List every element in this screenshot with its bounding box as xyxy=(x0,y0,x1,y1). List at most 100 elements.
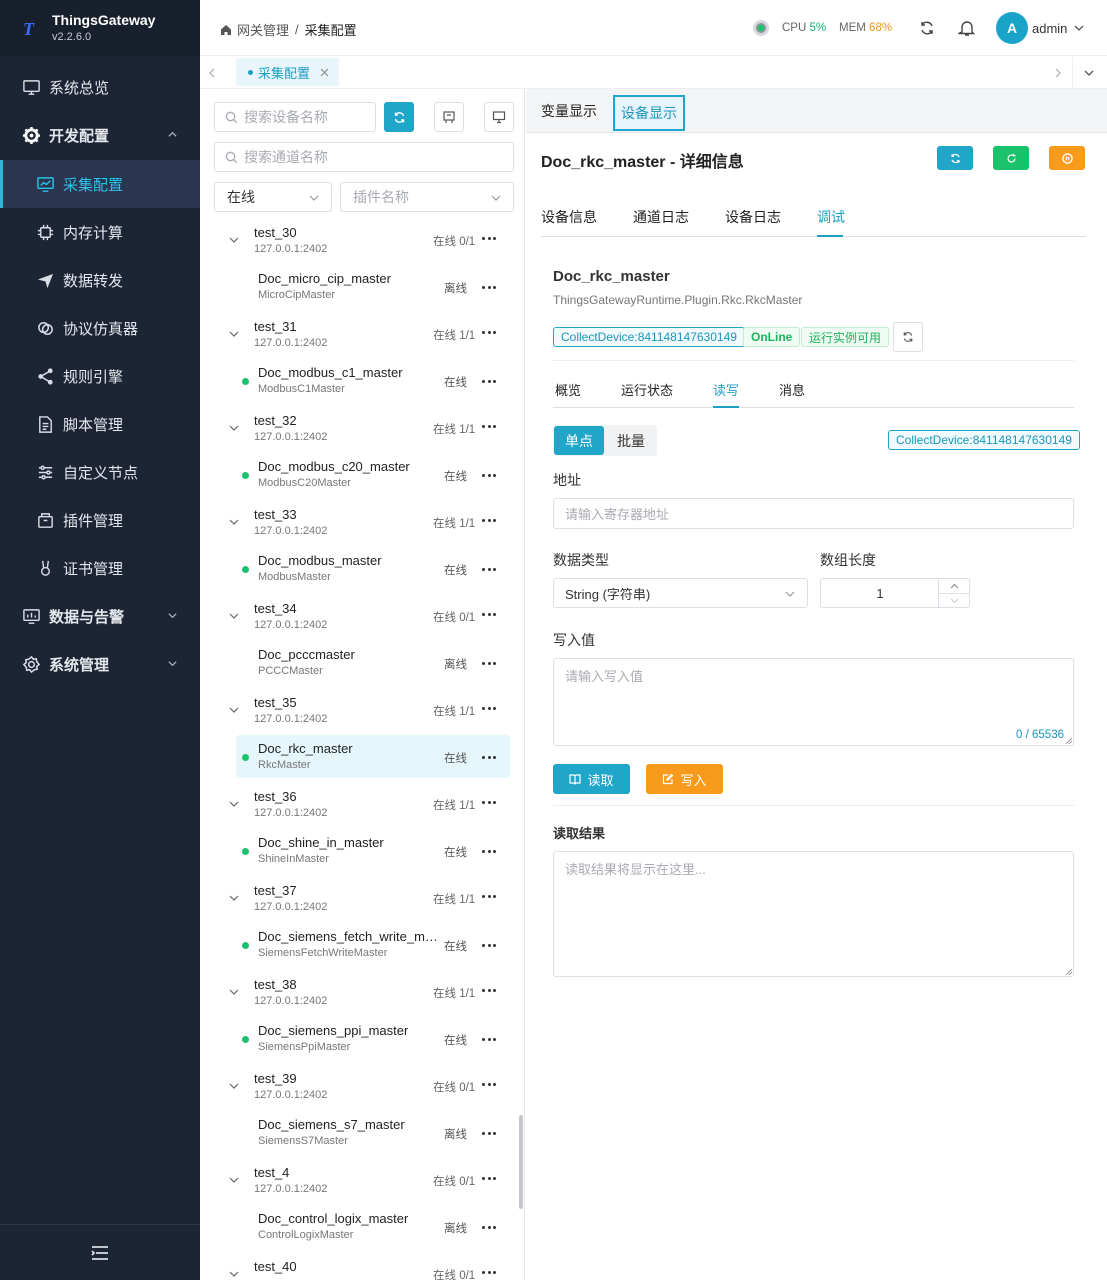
tree-scrollbar[interactable] xyxy=(519,1115,523,1209)
nav-rule-engine[interactable]: 规则引擎 xyxy=(0,352,200,400)
chevron-down-icon[interactable] xyxy=(229,705,239,715)
nav-memory-compute[interactable]: 内存计算 xyxy=(0,208,200,256)
channel-group[interactable]: test_36 127.0.0.1:2402 在线 1/1 xyxy=(201,783,519,825)
chevron-down-icon[interactable] xyxy=(229,987,239,997)
collapse-sidebar-button[interactable] xyxy=(0,1224,200,1280)
nav-dev-config[interactable]: 开发配置 xyxy=(0,111,200,159)
read-result-textarea[interactable]: 读取结果将显示在这里... xyxy=(553,851,1074,977)
device-search-input[interactable]: 搜索设备名称 xyxy=(214,102,376,132)
chevron-down-icon[interactable] xyxy=(229,423,239,433)
nav-custom-node[interactable]: 自定义节点 xyxy=(0,448,200,496)
chevron-down-icon[interactable] xyxy=(229,1175,239,1185)
more-icon[interactable] xyxy=(482,374,496,388)
pause-device-button[interactable] xyxy=(1049,146,1085,170)
channel-group[interactable]: test_34 127.0.0.1:2402 在线 0/1 xyxy=(201,595,519,637)
refresh-tree-button[interactable] xyxy=(384,102,414,132)
nav-script-manage[interactable]: 脚本管理 xyxy=(0,400,200,448)
resize-handle-icon[interactable] xyxy=(1066,969,1072,975)
tab-collect-config[interactable]: 采集配置 xyxy=(236,58,340,86)
tab-scroll-right-icon[interactable] xyxy=(1053,68,1063,78)
tab-device-info[interactable]: 设备信息 xyxy=(541,207,597,227)
tab-messages[interactable]: 消息 xyxy=(779,380,805,399)
resize-handle-icon[interactable] xyxy=(1066,738,1072,744)
more-icon[interactable] xyxy=(482,562,496,576)
more-icon[interactable] xyxy=(482,750,496,764)
tab-channel-log[interactable]: 通道日志 xyxy=(633,207,689,227)
device-item[interactable]: Doc_siemens_s7_master SiemensS7Master 离线 xyxy=(236,1111,510,1154)
nav-data-alarm[interactable]: 数据与告警 xyxy=(0,592,200,640)
channel-group[interactable]: test_37 127.0.0.1:2402 在线 1/1 xyxy=(201,877,519,919)
tab-device-log[interactable]: 设备日志 xyxy=(725,207,781,227)
user-menu[interactable]: A admin xyxy=(996,0,1085,56)
channel-group[interactable]: test_39 127.0.0.1:2402 在线 0/1 xyxy=(201,1065,519,1107)
more-icon[interactable] xyxy=(482,1126,496,1140)
chevron-down-icon[interactable] xyxy=(229,329,239,339)
more-icon[interactable] xyxy=(482,701,496,715)
datatype-select[interactable]: String (字符串) xyxy=(553,578,808,608)
more-icon[interactable] xyxy=(482,656,496,670)
read-button[interactable]: 读取 xyxy=(553,764,630,794)
plugin-filter-select[interactable]: 插件名称 xyxy=(340,182,514,212)
more-icon[interactable] xyxy=(482,513,496,527)
address-input[interactable]: 请输入寄存器地址 xyxy=(553,498,1074,529)
device-item[interactable]: Doc_micro_cip_master MicroCipMaster 离线 xyxy=(236,265,510,308)
more-icon[interactable] xyxy=(482,280,496,294)
chevron-down-icon[interactable] xyxy=(229,235,239,245)
tab-variable-view[interactable]: 变量显示 xyxy=(541,89,597,133)
chevron-down-icon[interactable] xyxy=(229,893,239,903)
tab-debug[interactable]: 调试 xyxy=(817,207,845,227)
chevron-down-icon[interactable] xyxy=(229,1269,239,1279)
channel-group[interactable]: test_38 127.0.0.1:2402 在线 1/1 xyxy=(201,971,519,1013)
nav-system-overview[interactable]: 系统总览 xyxy=(0,63,200,111)
more-icon[interactable] xyxy=(482,231,496,245)
notification-button[interactable] xyxy=(958,0,976,56)
channel-group[interactable]: test_30 127.0.0.1:2402 在线 0/1 xyxy=(201,219,519,261)
nav-system-manage[interactable]: 系统管理 xyxy=(0,640,200,688)
device-item[interactable]: Doc_modbus_c20_master ModbusC20Master 在线 xyxy=(236,453,510,496)
device-template-button[interactable] xyxy=(434,102,464,132)
more-icon[interactable] xyxy=(482,983,496,997)
channel-group[interactable]: test_33 127.0.0.1:2402 在线 1/1 xyxy=(201,501,519,543)
channel-group[interactable]: test_32 127.0.0.1:2402 在线 1/1 xyxy=(201,407,519,449)
more-icon[interactable] xyxy=(482,607,496,621)
tab-overview[interactable]: 概览 xyxy=(555,380,581,399)
tab-menu-dropdown-icon[interactable] xyxy=(1083,67,1095,79)
mode-batch-button[interactable]: 批量 xyxy=(606,426,656,455)
refresh-detail-button[interactable] xyxy=(937,146,973,170)
write-button[interactable]: 写入 xyxy=(646,764,723,794)
more-icon[interactable] xyxy=(482,938,496,952)
tab-read-write[interactable]: 读写 xyxy=(713,380,739,399)
status-filter-select[interactable]: 在线 xyxy=(214,182,332,212)
chevron-down-icon[interactable] xyxy=(229,611,239,621)
nav-data-forward[interactable]: 数据转发 xyxy=(0,256,200,304)
stepper-up-icon[interactable] xyxy=(950,582,959,591)
tab-scroll-left-icon[interactable] xyxy=(207,68,217,78)
more-icon[interactable] xyxy=(482,1265,496,1279)
device-item[interactable]: Doc_rkc_master RkcMaster 在线 xyxy=(236,735,510,778)
write-value-textarea[interactable]: 请输入写入值 0 / 65536 xyxy=(553,658,1074,746)
more-icon[interactable] xyxy=(482,468,496,482)
mode-single-button[interactable]: 单点 xyxy=(554,426,604,455)
arraylen-input[interactable]: 1 xyxy=(820,578,970,608)
refresh-button[interactable] xyxy=(919,0,935,56)
close-icon[interactable] xyxy=(320,68,329,77)
device-item[interactable]: Doc_control_logix_master ControlLogixMast… xyxy=(236,1205,510,1248)
refresh-status-button[interactable] xyxy=(893,322,923,352)
channel-search-input[interactable]: 搜索通道名称 xyxy=(214,142,514,172)
more-icon[interactable] xyxy=(482,325,496,339)
nav-plugin-manage[interactable]: 插件管理 xyxy=(0,496,200,544)
more-icon[interactable] xyxy=(482,1171,496,1185)
more-icon[interactable] xyxy=(482,419,496,433)
device-item[interactable]: Doc_pcccmaster PCCCMaster 离线 xyxy=(236,641,510,684)
more-icon[interactable] xyxy=(482,844,496,858)
more-icon[interactable] xyxy=(482,1220,496,1234)
nav-collect-config[interactable]: 采集配置 xyxy=(0,160,200,208)
channel-group[interactable]: test_40 在线 0/1 xyxy=(201,1253,519,1280)
nav-protocol-simulator[interactable]: 协议仿真器 xyxy=(0,304,200,352)
more-icon[interactable] xyxy=(482,1077,496,1091)
tab-runtime-status[interactable]: 运行状态 xyxy=(621,380,673,399)
nav-cert-manage[interactable]: 证书管理 xyxy=(0,544,200,592)
chevron-down-icon[interactable] xyxy=(229,1081,239,1091)
device-item[interactable]: Doc_siemens_fetch_write_master SiemensFet… xyxy=(236,923,510,966)
device-item[interactable]: Doc_modbus_master ModbusMaster 在线 xyxy=(236,547,510,590)
